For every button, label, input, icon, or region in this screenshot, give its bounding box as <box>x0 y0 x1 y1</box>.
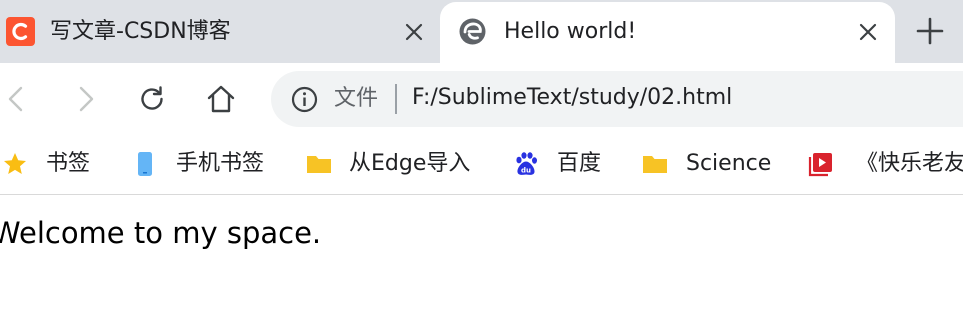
baidu-paw-icon: du <box>513 151 539 177</box>
url-text[interactable]: F:/SublimeText/study/02.html <box>412 83 732 113</box>
star-icon <box>2 151 28 177</box>
bookmark-label: 书签 <box>46 151 91 176</box>
mobile-phone-icon <box>132 151 158 177</box>
csdn-logo-icon <box>6 17 35 46</box>
page-body-text: Welcome to my space. <box>0 216 322 250</box>
tab-csdn[interactable]: 写文章-CSDN博客 <box>0 0 438 63</box>
tab-strip: 写文章-CSDN博客 Hello world! <box>0 0 963 63</box>
close-icon[interactable] <box>856 20 880 44</box>
tab-title: 写文章-CSDN博客 <box>50 19 231 44</box>
bookmark-label: 百度 <box>557 151 602 176</box>
forward-arrow-icon[interactable] <box>66 79 106 119</box>
bookmark-label: 手机书签 <box>176 151 265 176</box>
close-icon[interactable] <box>402 20 426 44</box>
folder-icon <box>306 151 332 177</box>
edge-logo-icon <box>458 17 487 46</box>
address-bar[interactable]: 文件 F:/SublimeText/study/02.html <box>271 71 963 127</box>
divider <box>395 84 397 114</box>
bookmark-item-baidu[interactable]: du 百度 <box>513 149 601 179</box>
back-arrow-icon[interactable] <box>0 79 36 119</box>
bookmarks-bar: 书签 手机书签 从Edge导入 du 百度 Science 《快乐老友 <box>0 136 963 195</box>
folder-icon <box>642 151 668 177</box>
page-info-label[interactable]: 文件 <box>334 84 378 114</box>
bookmark-item-edge-import[interactable]: 从Edge导入 <box>306 149 470 179</box>
bookmark-label: 《快乐老友 <box>856 151 963 176</box>
info-icon[interactable] <box>291 86 318 113</box>
reload-icon[interactable] <box>132 79 172 119</box>
video-play-icon <box>808 151 834 177</box>
bookmark-item-kuaile[interactable]: 《快乐老友 <box>808 149 963 179</box>
plus-icon[interactable] <box>915 16 945 46</box>
bookmark-item-mobile[interactable]: 手机书签 <box>132 149 264 179</box>
svg-text:du: du <box>521 167 531 175</box>
toolbar: 文件 F:/SublimeText/study/02.html <box>0 63 963 136</box>
home-icon[interactable] <box>201 79 241 119</box>
bookmark-label: Science <box>686 151 772 176</box>
bookmark-item-science[interactable]: Science <box>642 149 771 179</box>
tab-hello-world[interactable]: Hello world! <box>440 2 895 63</box>
tab-title: Hello world! <box>504 19 637 44</box>
bookmark-label: 从Edge导入 <box>349 151 471 176</box>
bookmark-item-shuqian[interactable]: 书签 <box>2 149 90 179</box>
